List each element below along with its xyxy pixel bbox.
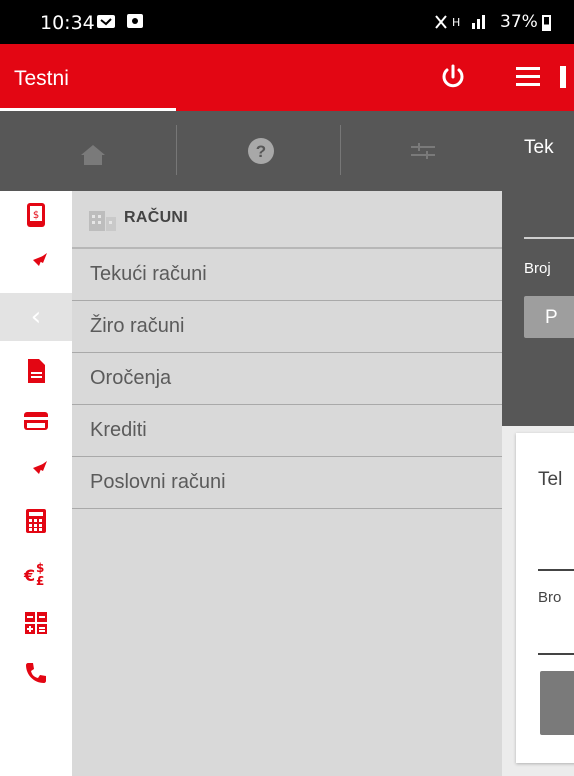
content-header [502, 44, 574, 111]
rail-contact[interactable] [0, 649, 72, 697]
card-divider [538, 569, 574, 571]
status-time: 10:34 [40, 12, 95, 34]
svg-text:$: $ [33, 210, 39, 221]
drawer-title: Testni [14, 67, 69, 90]
document-icon [28, 359, 45, 383]
rail-cards[interactable] [0, 397, 72, 445]
menu-item-label: Tekući računi [90, 263, 207, 285]
section-title: RAČUNI [124, 209, 189, 226]
menu-item-poslovni-racuni[interactable]: Poslovni računi [72, 457, 502, 509]
accounts-phone-icon: $ [27, 203, 45, 227]
settings-sliders-icon [411, 143, 435, 159]
svg-text:H: H [452, 16, 460, 29]
tab-home[interactable] [10, 111, 176, 191]
menu-item-label: Krediti [90, 419, 147, 441]
menu-item-label: Poslovni računi [90, 471, 226, 493]
rail-payments[interactable] [0, 447, 72, 495]
menu-item-label: Žiro računi [90, 315, 185, 337]
card-icon [24, 412, 48, 430]
notification-icon [96, 12, 120, 34]
content-button-label: P [545, 307, 558, 328]
svg-text:€: € [23, 566, 35, 585]
bank-building-icon [89, 211, 116, 231]
help-icon: ? [248, 138, 274, 164]
rail-documents[interactable] [0, 347, 72, 395]
phone-icon [26, 663, 46, 683]
menu-item-ziro-racuni[interactable]: Žiro računi [72, 301, 502, 353]
menu-item-label: Oročenja [90, 367, 172, 389]
calculator-icon [26, 509, 46, 533]
main-content: Tek Broj P Tel Bro [502, 44, 574, 776]
content-button[interactable]: P [524, 296, 574, 338]
status-signal: H [434, 12, 498, 37]
content-divider [524, 237, 574, 239]
svg-text:£: £ [36, 574, 44, 587]
back-chevron-icon: ‹ [30, 302, 42, 332]
content-label: Broj [524, 260, 551, 277]
menu-item-krediti[interactable]: Krediti [72, 405, 502, 457]
calc-grid-icon [25, 612, 47, 634]
drawer-icon-bar: ? [0, 111, 502, 191]
rail-accounts[interactable]: $ [0, 191, 72, 239]
drawer-header: Testni [0, 44, 502, 111]
rail-transfers[interactable] [0, 239, 72, 287]
card-divider [538, 653, 574, 655]
accounts-menu: RAČUNI Tekući računi Žiro računi Oročenj… [72, 191, 502, 776]
media-icon [126, 12, 144, 34]
transfer-icon [26, 461, 47, 481]
svg-text:$: $ [36, 561, 44, 575]
currency-exchange-icon: € $£ [23, 561, 44, 587]
content-summary: Tek Broj [502, 111, 574, 426]
home-icon [81, 145, 105, 165]
status-bar: 10:34 H 37% [0, 0, 574, 44]
rail-calc-grid[interactable] [0, 599, 72, 647]
menu-item-orocenja[interactable]: Oročenja [72, 353, 502, 405]
navigation-drawer: Testni ? $ ‹ € $ £ RAČUNI Tekući računi … [0, 44, 502, 776]
card-button[interactable] [540, 671, 574, 735]
transfer-icon [26, 253, 47, 273]
power-icon[interactable] [438, 62, 468, 92]
tab-help[interactable]: ? [177, 111, 343, 191]
header-cut-glyph [560, 66, 566, 88]
rail-calculator[interactable] [0, 497, 72, 545]
card-label: Bro [538, 589, 562, 606]
content-title: Tek [524, 137, 554, 158]
account-card[interactable]: Tel Bro [516, 433, 574, 763]
battery-icon [542, 15, 551, 31]
hamburger-menu-icon[interactable] [516, 64, 544, 90]
tab-settings[interactable] [341, 111, 507, 191]
svg-text:?: ? [256, 142, 266, 161]
battery-percent: 37% [500, 12, 538, 32]
rail-collapse[interactable]: ‹ [0, 293, 72, 341]
section-header: RAČUNI [72, 191, 502, 249]
card-title: Tel [538, 469, 563, 490]
icon-rail: $ ‹ € $ £ [0, 191, 72, 776]
rail-exchange[interactable]: € $ £ [0, 549, 72, 597]
menu-item-tekuci-racuni[interactable]: Tekući računi [72, 249, 502, 301]
